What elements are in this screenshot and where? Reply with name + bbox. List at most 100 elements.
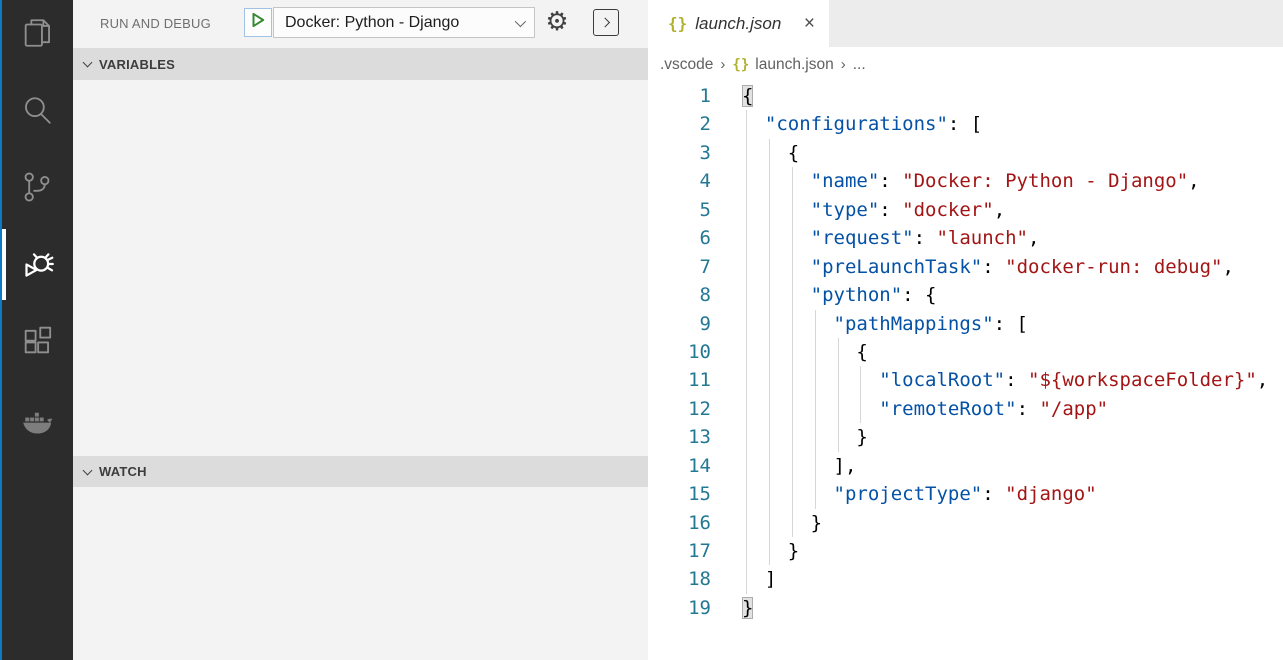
code-line[interactable]: { <box>742 82 1283 110</box>
code-token-pun: { <box>856 341 867 363</box>
line-number[interactable]: 8 <box>648 281 711 309</box>
breadcrumb-item-launch-json[interactable]: launch.json <box>755 56 833 74</box>
indent-guide <box>746 565 747 593</box>
indent-guide <box>815 452 816 480</box>
line-number[interactable]: 12 <box>648 395 711 423</box>
line-number[interactable]: 1 <box>648 82 711 110</box>
indent-guide <box>746 423 747 451</box>
indent-guide <box>769 281 770 309</box>
code-line-text: } <box>742 426 868 448</box>
indent-guide <box>746 509 747 537</box>
debug-icon <box>19 246 55 282</box>
activity-item-extensions[interactable] <box>0 311 73 371</box>
code-line[interactable]: "python": { <box>742 281 1283 309</box>
git-branch-icon <box>20 170 54 204</box>
code-line[interactable]: "type": "docker", <box>742 196 1283 224</box>
code-token-str: "launch" <box>936 227 1028 249</box>
debug-configuration-dropdown[interactable]: Docker: Python - Django <box>273 7 535 38</box>
code-line[interactable]: "localRoot": "${workspaceFolder}", <box>742 366 1283 394</box>
activity-item-source-control[interactable] <box>0 157 73 217</box>
indent-guide <box>769 253 770 281</box>
code-token-str: "django" <box>1005 483 1097 505</box>
code-line[interactable]: } <box>742 537 1283 565</box>
window-accent-strip <box>0 0 2 660</box>
activity-item-search[interactable] <box>0 80 73 140</box>
tab-label: launch.json <box>695 14 781 34</box>
code-line[interactable]: "pathMappings": [ <box>742 310 1283 338</box>
line-number[interactable]: 11 <box>648 366 711 394</box>
debug-console-button[interactable] <box>593 9 619 36</box>
code-line[interactable]: { <box>742 338 1283 366</box>
code-token-pun: , <box>1222 256 1233 278</box>
indent-guide <box>769 167 770 195</box>
code-line[interactable]: "configurations": [ <box>742 110 1283 138</box>
line-number[interactable]: 4 <box>648 167 711 195</box>
indent-guide <box>792 366 793 394</box>
section-header-watch[interactable]: WATCH <box>73 456 648 487</box>
chevron-down-icon <box>83 465 93 475</box>
json-file-icon: {} <box>668 14 687 33</box>
line-number[interactable]: 14 <box>648 452 711 480</box>
line-number[interactable]: 2 <box>648 110 711 138</box>
open-launch-json-gear-button[interactable]: ⚙ <box>542 7 572 37</box>
indent-guide <box>746 366 747 394</box>
indent-guide <box>792 452 793 480</box>
activity-item-run-and-debug[interactable] <box>0 234 73 294</box>
line-number[interactable]: 5 <box>648 196 711 224</box>
indent-guide <box>815 310 816 338</box>
code-token-pun: : <box>914 227 937 249</box>
line-number[interactable]: 7 <box>648 253 711 281</box>
code-lines: { "configurations": [ { "name": "Docker:… <box>742 82 1283 622</box>
code-line[interactable]: ], <box>742 452 1283 480</box>
line-number[interactable]: 15 <box>648 480 711 508</box>
code-line[interactable]: } <box>742 423 1283 451</box>
code-line[interactable]: } <box>742 509 1283 537</box>
code-line-text: "preLaunchTask": "docker-run: debug", <box>742 256 1234 278</box>
code-line[interactable]: "name": "Docker: Python - Django", <box>742 167 1283 195</box>
gutter: 12345678910111213141516171819 <box>648 82 711 622</box>
search-icon <box>20 93 54 127</box>
code-line[interactable]: "remoteRoot": "/app" <box>742 395 1283 423</box>
breadcrumb-separator: › <box>720 56 725 73</box>
indent-guide <box>815 423 816 451</box>
line-number[interactable]: 6 <box>648 224 711 252</box>
code-line[interactable]: } <box>742 594 1283 622</box>
breadcrumb-item-symbols[interactable]: ... <box>853 56 866 74</box>
indent-guide <box>792 224 793 252</box>
close-tab-icon[interactable]: × <box>804 14 815 33</box>
breadcrumb-item-vscode[interactable]: .vscode <box>660 56 713 74</box>
play-icon <box>249 11 267 34</box>
start-debugging-button[interactable] <box>244 8 272 37</box>
code-line[interactable]: ] <box>742 565 1283 593</box>
code-line-text: "projectType": "django" <box>742 483 1097 505</box>
indent-guide <box>792 196 793 224</box>
code-line[interactable]: { <box>742 139 1283 167</box>
code-token-pun: , <box>994 199 1005 221</box>
activity-item-docker[interactable] <box>0 391 73 451</box>
indent-guide <box>769 395 770 423</box>
tab-launch-json[interactable]: {} launch.json × <box>648 0 829 47</box>
line-number[interactable]: 17 <box>648 537 711 565</box>
code-line[interactable]: "projectType": "django" <box>742 480 1283 508</box>
line-number[interactable]: 13 <box>648 423 711 451</box>
code-line-text: "remoteRoot": "/app" <box>742 398 1108 420</box>
code-token-key: "localRoot" <box>879 369 1005 391</box>
indent-guide <box>792 395 793 423</box>
json-file-icon: {} <box>732 57 749 73</box>
indent-guide <box>769 423 770 451</box>
code-line-text: "configurations": [ <box>742 113 982 135</box>
code-token-pun: : [ <box>994 313 1028 335</box>
code-line[interactable]: "request": "launch", <box>742 224 1283 252</box>
section-header-variables[interactable]: VARIABLES <box>73 48 648 80</box>
line-number[interactable]: 19 <box>648 594 711 622</box>
code-line[interactable]: "preLaunchTask": "docker-run: debug", <box>742 253 1283 281</box>
activity-item-explorer[interactable] <box>0 3 73 63</box>
code-token-key: "preLaunchTask" <box>811 256 983 278</box>
line-number[interactable]: 18 <box>648 565 711 593</box>
line-number[interactable]: 10 <box>648 338 711 366</box>
line-number[interactable]: 3 <box>648 139 711 167</box>
code-token-pun: ] <box>765 568 776 590</box>
line-number[interactable]: 9 <box>648 310 711 338</box>
line-number[interactable]: 16 <box>648 509 711 537</box>
code-editor[interactable]: 12345678910111213141516171819 { "configu… <box>648 82 1283 660</box>
